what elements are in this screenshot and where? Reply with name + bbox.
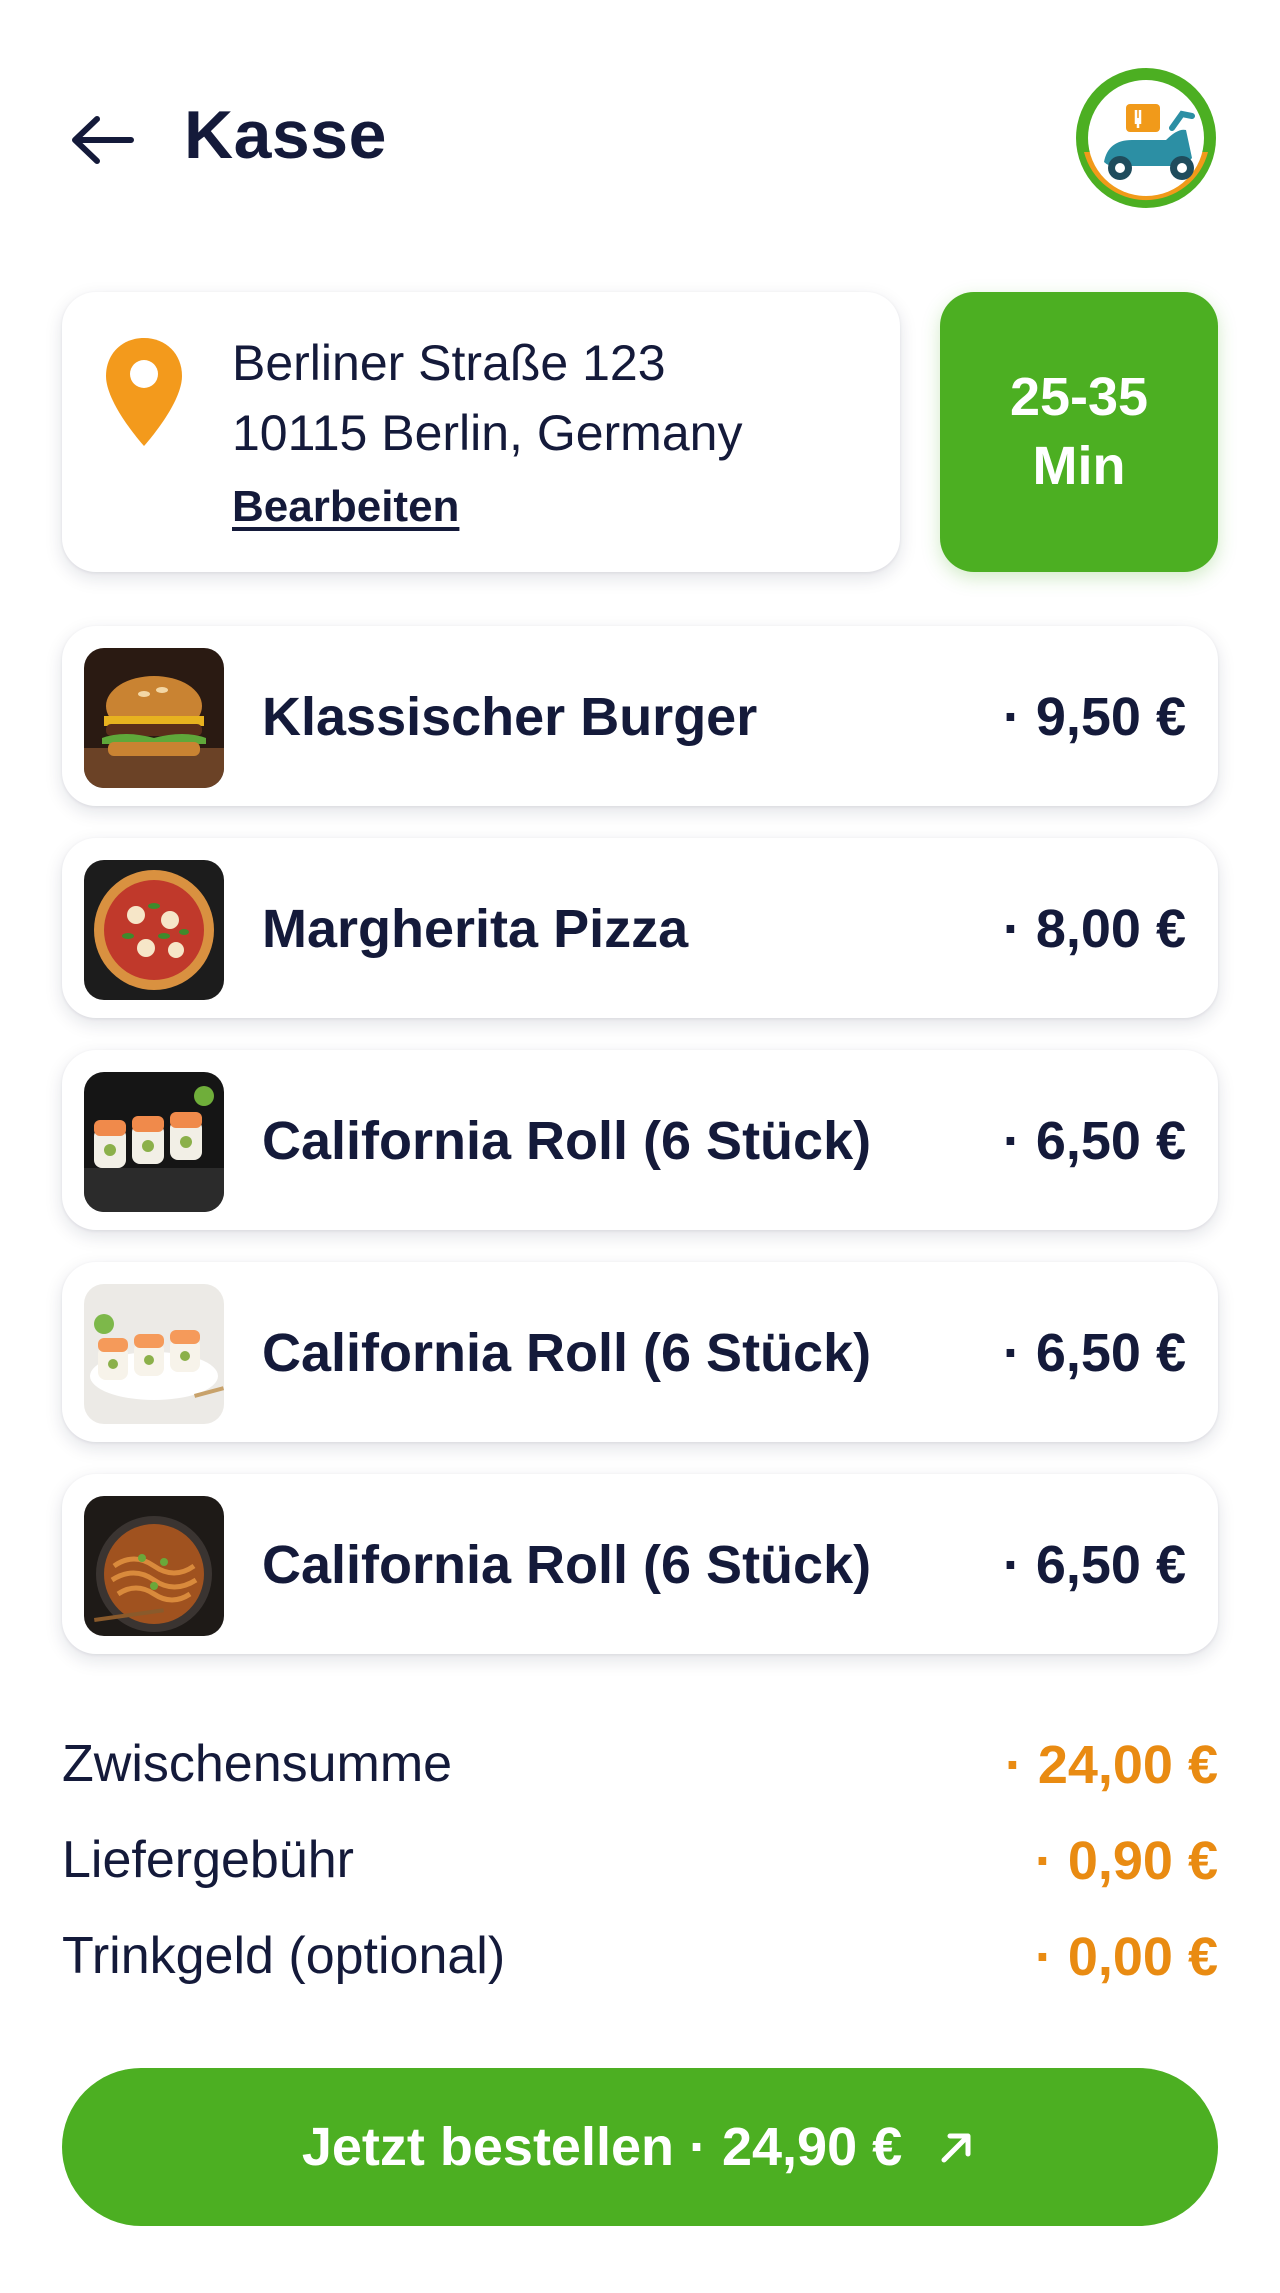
arrow-left-icon xyxy=(72,116,134,164)
subtotal-value: · 24,00 € xyxy=(1004,1735,1218,1795)
burger-image xyxy=(84,648,224,788)
tip-label: Trinkgeld (optional) xyxy=(62,1927,506,1985)
cart-item[interactable]: Margherita Pizza · 8,00 € xyxy=(62,838,1218,1018)
edit-address-link[interactable]: Bearbeiten xyxy=(232,482,459,532)
place-order-button[interactable]: Jetzt bestellen · 24,90 € xyxy=(62,2068,1218,2226)
item-name: California Roll (6 Stück) xyxy=(262,1535,872,1595)
pizza-image xyxy=(84,860,224,1000)
eta-badge: 25-35 Min xyxy=(940,292,1218,572)
sushi-image xyxy=(84,1284,224,1424)
delivery-fee-label: Liefergebühr xyxy=(62,1831,354,1889)
header: Kasse xyxy=(0,0,1280,250)
subtotal-row: Zwischensumme · 24,00 € xyxy=(62,1726,1218,1822)
eta-unit: Min xyxy=(1032,436,1126,496)
tip-value: · 0,00 € xyxy=(1034,1927,1218,1987)
address-card: Berliner Straße 123 10115 Berlin, German… xyxy=(62,292,900,572)
subtotal-label: Zwischensumme xyxy=(62,1735,453,1793)
location-pin-icon xyxy=(106,338,182,446)
address-city: 10115 Berlin, Germany xyxy=(232,405,743,461)
sushi-image xyxy=(84,1072,224,1212)
item-price: · 6,50 € xyxy=(1002,1535,1186,1595)
cart-item[interactable]: California Roll (6 Stück) · 6,50 € xyxy=(62,1474,1218,1654)
tip-row[interactable]: Trinkgeld (optional) · 0,00 € xyxy=(62,1918,1218,2014)
delivery-fee-row: Liefergebühr · 0,90 € xyxy=(62,1822,1218,1918)
item-price: · 6,50 € xyxy=(1002,1323,1186,1383)
order-summary: Zwischensumme · 24,00 € Liefergebühr · 0… xyxy=(62,1726,1218,2014)
cart-items-list: Klassischer Burger · 9,50 € Margherita P… xyxy=(62,626,1218,1686)
item-price: · 9,50 € xyxy=(1002,687,1186,747)
cart-item[interactable]: Klassischer Burger · 9,50 € xyxy=(62,626,1218,806)
cart-item[interactable]: California Roll (6 Stück) · 6,50 € xyxy=(62,1050,1218,1230)
page-title: Kasse xyxy=(184,97,387,173)
item-name: Klassischer Burger xyxy=(262,687,758,747)
delivery-fee-value: · 0,90 € xyxy=(1034,1831,1218,1891)
item-price: · 8,00 € xyxy=(1002,899,1186,959)
delivery-scooter-logo xyxy=(1074,66,1218,210)
eta-range: 25-35 xyxy=(1009,366,1149,427)
address-street: Berliner Straße 123 xyxy=(232,335,666,391)
item-name: Margherita Pizza xyxy=(262,899,689,959)
noodles-image xyxy=(84,1496,224,1636)
arrow-up-right-icon xyxy=(941,2133,971,2163)
item-price: · 6,50 € xyxy=(1002,1111,1186,1171)
cart-item[interactable]: California Roll (6 Stück) · 6,50 € xyxy=(62,1262,1218,1442)
place-order-label: Jetzt bestellen · 24,90 € xyxy=(301,2117,903,2177)
item-name: California Roll (6 Stück) xyxy=(262,1323,872,1383)
item-name: California Roll (6 Stück) xyxy=(262,1111,872,1171)
back-button[interactable] xyxy=(62,100,142,180)
